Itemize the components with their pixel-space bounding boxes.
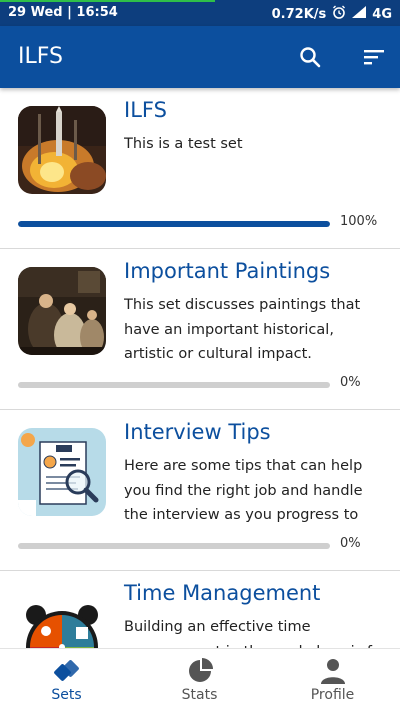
cv-magnifier-image: [18, 428, 106, 516]
set-progress-label: 0%: [340, 375, 361, 390]
set-card-important-paintings[interactable]: Important Paintings This set discusses p…: [0, 249, 400, 410]
set-card-interview-tips[interactable]: Interview Tips Here are some tips that c…: [0, 410, 400, 571]
nav-item-profile[interactable]: Profile: [266, 649, 399, 712]
status-bar: 29 Wed | 16:54 0.72K/s 4G: [0, 0, 400, 26]
page-title: ILFS: [18, 44, 63, 69]
bottom-nav: Sets Stats Profile: [0, 648, 400, 712]
alarm-clock-image: [18, 589, 106, 648]
set-card-ilfs[interactable]: ILFS This is a test set 100%: [0, 88, 400, 249]
set-description: This is a test set: [124, 136, 243, 152]
app-bar: ILFS: [0, 26, 400, 88]
nav-item-sets[interactable]: Sets: [0, 649, 133, 712]
sets-icon: [53, 657, 81, 685]
page-load-indicator: [0, 0, 215, 2]
set-card-time-management[interactable]: Time Management Building an effective ti…: [0, 571, 400, 648]
set-progress-fill: [18, 221, 330, 227]
status-date-time: 29 Wed | 16:54: [8, 5, 118, 20]
nav-item-stats[interactable]: Stats: [133, 649, 266, 712]
set-progress-bar: [18, 221, 330, 227]
set-description: Here are some tips that can help you fin…: [124, 458, 363, 523]
person-icon: [319, 657, 347, 685]
set-title: Time Management: [124, 581, 321, 605]
network-speed: 0.72K/s: [271, 6, 327, 22]
sort-filter-icon[interactable]: [360, 43, 388, 71]
sets-list: ILFS This is a test set 100% Important P…: [0, 88, 400, 648]
set-description: Building an effective time management in…: [124, 619, 372, 648]
set-title: Interview Tips: [124, 420, 271, 444]
nav-label: Profile: [310, 687, 355, 703]
search-icon[interactable]: [296, 43, 324, 71]
status-right-group: 0.72K/s 4G: [272, 5, 392, 23]
network-type: 4G: [372, 6, 392, 22]
alarm-icon: [332, 5, 346, 23]
signal-icon: [352, 6, 367, 22]
set-progress-label: 0%: [340, 536, 361, 551]
set-progress-label: 100%: [340, 214, 378, 229]
pie-chart-icon: [186, 657, 214, 685]
set-title: ILFS: [124, 98, 167, 122]
set-title: Important Paintings: [124, 259, 331, 283]
set-progress-bar: [18, 382, 330, 388]
set-description: This set discusses paintings that have a…: [124, 297, 361, 362]
nav-label: Stats: [181, 687, 218, 703]
nav-label: Sets: [51, 687, 82, 703]
set-progress-bar: [18, 543, 330, 549]
painting-image: [18, 267, 106, 355]
rocket-launch-image: [18, 106, 106, 194]
